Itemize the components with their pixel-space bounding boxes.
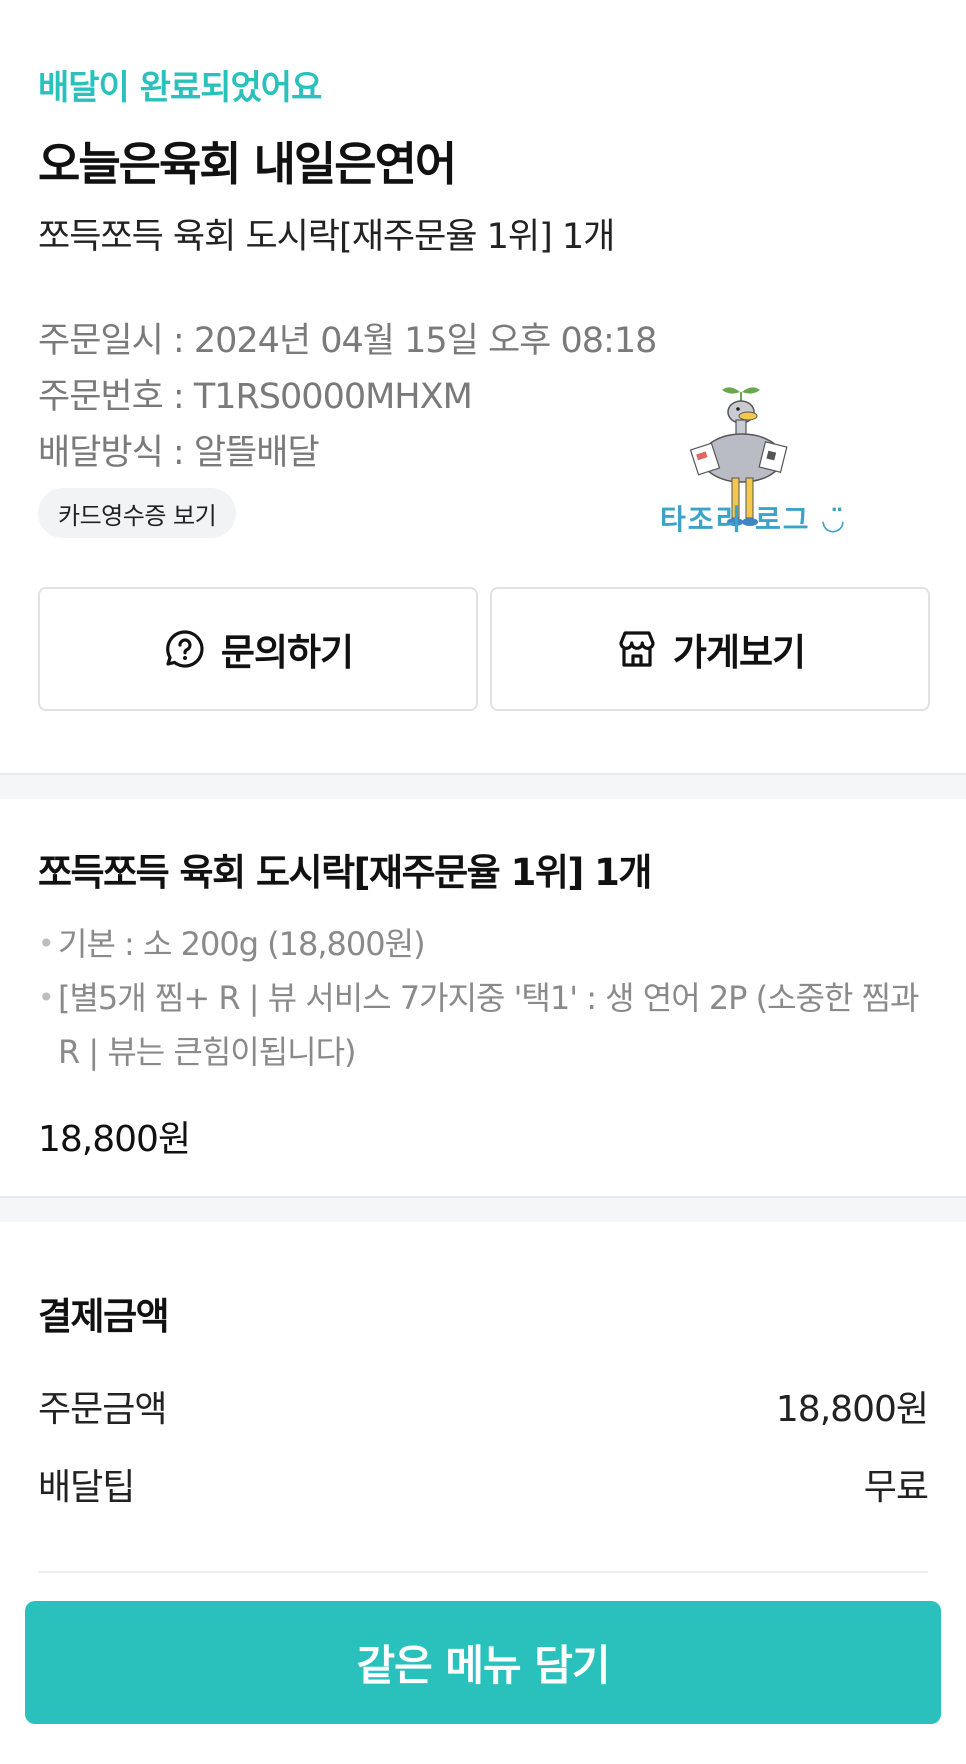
delivery-method: 배달방식 : 알뜰배달	[38, 433, 320, 473]
order-summary: 쪼득쪼득 육회 도시락[재주문율 1위] 1개	[38, 217, 615, 257]
order-header-section: 배달이 완료되었어요 오늘은육회 내일은연어 쪼득쪼득 육회 도시락[재주문율 …	[0, 0, 966, 773]
menu-title: 쪼득쪼득 육회 도시락[재주문율 1위] 1개	[38, 851, 652, 894]
reorder-same-menu-button[interactable]: 같은 메뉴 담기	[25, 1601, 941, 1724]
order-detail-page: 배달이 완료되었어요 오늘은육회 내일은연어 쪼득쪼득 육회 도시락[재주문율 …	[0, 0, 966, 1764]
menu-option: • 기본 : 소 200g (18,800원)	[38, 917, 928, 971]
card-receipt-button[interactable]: 카드영수증 보기	[38, 488, 237, 538]
order-date: 주문일시 : 2024년 04월 15일 오후 08:18	[38, 321, 657, 361]
inquiry-button[interactable]: 문의하기	[38, 587, 478, 711]
store-name[interactable]: 오늘은육회 내일은연어	[38, 128, 457, 194]
menu-option-text: 기본 : 소 200g (18,800원)	[58, 925, 426, 963]
view-store-label: 가게보기	[672, 631, 806, 674]
section-divider	[0, 1196, 966, 1222]
order-number: 주문번호 : T1RS0000MHXM	[38, 377, 473, 417]
view-store-button[interactable]: 가게보기	[490, 587, 930, 711]
payment-row-label: 배달팁	[38, 1467, 135, 1508]
storefront-icon	[619, 631, 655, 667]
payment-row-label: 주문금액	[38, 1389, 167, 1430]
mascot-caption: 타조리 로그 ◡̈	[660, 503, 846, 536]
payment-divider	[38, 1571, 928, 1573]
menu-option-text: [별5개 찜+ R | 뷰 서비스 7가지중 '택1' : 생 연어 2P (소…	[58, 979, 920, 1071]
inquiry-label: 문의하기	[220, 631, 354, 674]
bullet-icon: •	[38, 927, 54, 960]
bullet-icon: •	[38, 981, 54, 1014]
payment-row-delivery-tip: 배달팁 무료	[38, 1458, 929, 1510]
delivery-status: 배달이 완료되었어요	[38, 68, 322, 108]
question-chat-icon	[166, 630, 204, 668]
payment-title: 결제금액	[38, 1295, 170, 1338]
section-divider	[0, 773, 966, 799]
payment-row-value: 18,800원	[775, 1389, 929, 1430]
menu-option: • [별5개 찜+ R | 뷰 서비스 7가지중 '택1' : 생 연어 2P …	[38, 971, 928, 1079]
payment-row-order-amount: 주문금액 18,800원	[38, 1380, 929, 1432]
payment-row-value: 무료	[863, 1467, 929, 1508]
menu-price: 18,800원	[38, 1119, 191, 1160]
